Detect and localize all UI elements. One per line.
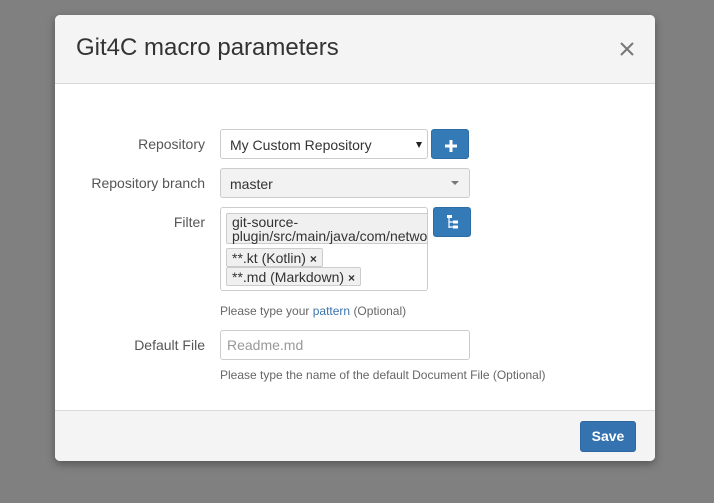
filter-label: Filter xyxy=(173,214,205,230)
remove-tag-icon[interactable]: × xyxy=(310,252,317,266)
repository-branch-label: Repository branch xyxy=(91,175,205,191)
close-button[interactable] xyxy=(615,37,639,61)
dropdown-arrow-icon xyxy=(416,142,422,148)
save-button[interactable]: Save xyxy=(580,421,636,452)
default-file-input[interactable] xyxy=(220,330,470,360)
remove-tag-icon[interactable]: × xyxy=(348,271,355,285)
filter-help-prefix: Please type your xyxy=(220,304,310,318)
filter-tag-kotlin[interactable]: **.kt (Kotlin) × xyxy=(226,248,323,267)
filter-tag-input[interactable]: git-source- plugin/src/main/java/com/net… xyxy=(220,207,428,291)
chevron-down-icon xyxy=(451,181,459,185)
filter-tag-path[interactable]: git-source- plugin/src/main/java/com/net… xyxy=(226,213,428,244)
repository-branch-select[interactable]: master xyxy=(220,168,470,198)
dialog-footer: Save xyxy=(55,410,655,461)
default-file-help-text: Please type the name of the default Docu… xyxy=(220,368,546,382)
plus-icon xyxy=(445,139,457,157)
default-file-label: Default File xyxy=(134,337,205,353)
pattern-link[interactable]: pattern xyxy=(313,304,350,318)
dialog-header: Git4C macro parameters xyxy=(55,15,655,84)
dialog-title: Git4C macro parameters xyxy=(76,34,339,61)
filter-help-suffix: (Optional) xyxy=(353,304,407,318)
filter-help-text: Please type your pattern (Optional) xyxy=(220,304,406,318)
filter-tag-path-line2: plugin/src/main/java/com/netwo xyxy=(232,228,428,244)
repository-select[interactable]: My Custom Repository xyxy=(220,129,428,159)
file-tree-icon xyxy=(447,215,459,235)
branch-selected-value: master xyxy=(230,176,273,192)
macro-parameters-dialog: Git4C macro parameters Repository My Cus… xyxy=(55,15,655,461)
file-tree-button[interactable] xyxy=(433,207,471,237)
repository-selected-value: My Custom Repository xyxy=(230,137,372,153)
filter-tag-label: **.md (Markdown) xyxy=(232,269,345,285)
close-icon xyxy=(615,37,639,61)
filter-tag-label: **.kt (Kotlin) xyxy=(232,250,306,266)
repository-label: Repository xyxy=(138,136,205,152)
filter-tag-markdown[interactable]: **.md (Markdown) × xyxy=(226,267,362,286)
add-repository-button[interactable] xyxy=(431,129,469,159)
filter-tag-path-line1: git-source- xyxy=(232,214,299,230)
